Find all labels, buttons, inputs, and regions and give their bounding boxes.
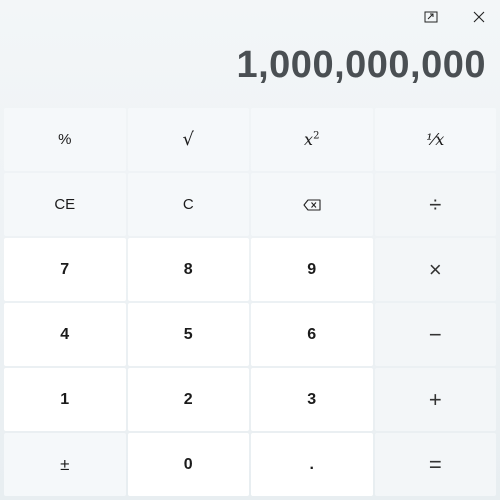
- digit-3-button[interactable]: 3: [251, 368, 373, 431]
- clear-button[interactable]: C: [127, 173, 249, 236]
- digit-6-button[interactable]: 6: [251, 303, 373, 366]
- backspace-button[interactable]: [251, 173, 373, 236]
- decimal-button[interactable]: .: [251, 433, 373, 496]
- reciprocal-button[interactable]: ⅟x: [374, 108, 496, 171]
- square-base: x: [304, 130, 314, 149]
- digit-7-button[interactable]: 7: [4, 238, 126, 301]
- clear-entry-button[interactable]: CE: [4, 173, 126, 236]
- square-button[interactable]: x2: [251, 108, 373, 171]
- divide-button[interactable]: ÷: [374, 173, 496, 236]
- plus-button[interactable]: +: [374, 368, 496, 431]
- digit-0-button[interactable]: 0: [127, 433, 249, 496]
- digit-4-button[interactable]: 4: [4, 303, 126, 366]
- title-bar: [0, 0, 500, 34]
- digit-8-button[interactable]: 8: [127, 238, 249, 301]
- digit-5-button[interactable]: 5: [127, 303, 249, 366]
- multiply-button[interactable]: ×: [374, 238, 496, 301]
- digit-1-button[interactable]: 1: [4, 368, 126, 431]
- square-root-button[interactable]: √: [127, 108, 249, 171]
- close-icon: [473, 11, 485, 23]
- square-exponent: 2: [313, 130, 320, 142]
- equals-button[interactable]: =: [374, 433, 496, 496]
- reciprocal-label: ⅟x: [426, 130, 445, 149]
- keep-on-top-icon: [424, 11, 438, 23]
- percent-button[interactable]: %: [4, 108, 126, 171]
- backspace-icon: [303, 198, 321, 211]
- close-button[interactable]: [456, 0, 500, 34]
- calculator-window: 1,000,000,000 % √ x2 ⅟x CE C ÷ 7 8 9 × 4…: [0, 0, 500, 500]
- digit-2-button[interactable]: 2: [127, 368, 249, 431]
- digit-9-button[interactable]: 9: [251, 238, 373, 301]
- square-label: x2: [304, 130, 319, 149]
- keypad: % √ x2 ⅟x CE C ÷ 7 8 9 × 4 5 6 − 1 2 3 +…: [4, 108, 496, 496]
- result-display: 1,000,000,000: [236, 44, 486, 86]
- keep-on-top-button[interactable]: [408, 0, 454, 34]
- minus-button[interactable]: −: [374, 303, 496, 366]
- negate-button[interactable]: ±: [4, 433, 126, 496]
